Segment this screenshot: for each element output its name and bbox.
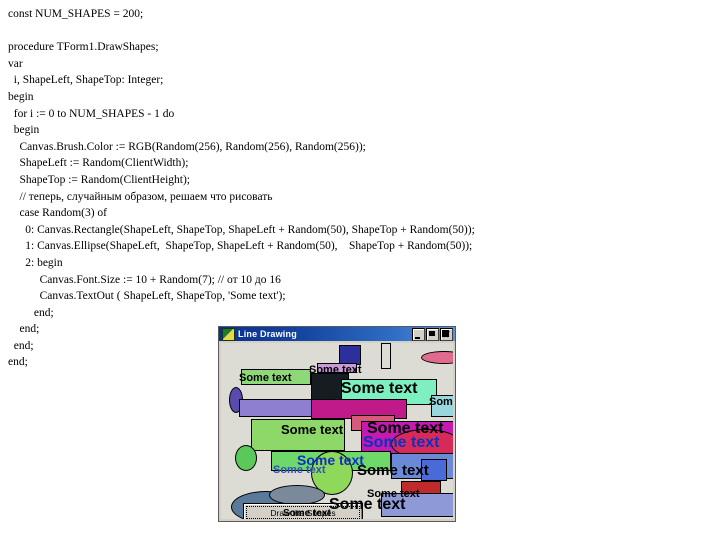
code-line: Canvas.TextOut ( ShapeLeft, ShapeTop, 'S… bbox=[8, 290, 286, 303]
code-line: i, ShapeLeft, ShapeTop: Integer; bbox=[8, 74, 164, 87]
canvas-rectangle bbox=[381, 343, 391, 369]
canvas-text-label: Some text bbox=[283, 508, 331, 519]
canvas-text-label: Some text bbox=[273, 464, 326, 476]
random-shapes-canvas: Some textSome textSome textSome textSome… bbox=[221, 343, 453, 519]
code-line: for i := 0 to NUM_SHAPES - 1 do bbox=[8, 107, 175, 120]
code-line: 1: Canvas.Ellipse(ShapeLeft, ShapeTop, S… bbox=[8, 240, 473, 253]
code-line: const NUM_SHAPES = 200; bbox=[8, 8, 144, 20]
drawing-canvas-area[interactable]: Some textSome textSome textSome textSome… bbox=[221, 343, 453, 519]
canvas-text-label: Some text bbox=[357, 462, 429, 479]
code-line: end; bbox=[8, 306, 54, 319]
code-line: ShapeTop := Random(ClientHeight); bbox=[8, 173, 191, 186]
canvas-ellipse bbox=[235, 445, 257, 471]
canvas-text-label: Some text bbox=[239, 372, 292, 384]
window-title-bar[interactable]: Line Drawing bbox=[219, 327, 455, 341]
code-line: begin bbox=[8, 90, 34, 103]
window-title: Line Drawing bbox=[238, 329, 297, 339]
code-line: // теперь, случайным образом, решаем что… bbox=[8, 190, 273, 203]
code-line: case Random(3) of bbox=[8, 207, 108, 220]
source-code-listing: const NUM_SHAPES = 200; procedure TForm1.… bbox=[8, 6, 568, 371]
delphi-form-icon bbox=[222, 327, 235, 341]
canvas-rectangle bbox=[339, 345, 361, 365]
code-line: Canvas.Brush.Color := RGB(Random(256), R… bbox=[8, 140, 366, 153]
code-line: Canvas.Font.Size := 10 + Random(7); // о… bbox=[8, 273, 281, 286]
window-controls[interactable] bbox=[412, 328, 453, 341]
minimize-button[interactable] bbox=[412, 328, 425, 341]
close-button[interactable] bbox=[440, 328, 453, 341]
code-line: 0: Canvas.Rectangle(ShapeLeft, ShapeTop,… bbox=[8, 223, 475, 236]
line-drawing-window[interactable]: Line Drawing Some text Some text Some text… bbox=[218, 326, 456, 522]
code-line: ShapeLeft := Random(ClientWidth); bbox=[8, 157, 189, 170]
canvas-text-label: Some text bbox=[329, 496, 406, 513]
maximize-button[interactable] bbox=[426, 328, 439, 341]
canvas-text-label: Some text bbox=[281, 422, 344, 437]
canvas-text-label: Some text bbox=[309, 364, 362, 376]
canvas-ellipse bbox=[421, 351, 453, 364]
canvas-ellipse bbox=[269, 485, 325, 505]
code-line: begin bbox=[8, 124, 40, 137]
canvas-text-label: Some text bbox=[363, 434, 440, 451]
code-line: var bbox=[8, 57, 23, 70]
code-line: 2: begin bbox=[8, 256, 63, 269]
canvas-text-label: Some text bbox=[341, 380, 418, 397]
canvas-text-label: Some text bbox=[429, 396, 453, 408]
code-line: procedure TForm1.DrawShapes; bbox=[8, 41, 159, 54]
